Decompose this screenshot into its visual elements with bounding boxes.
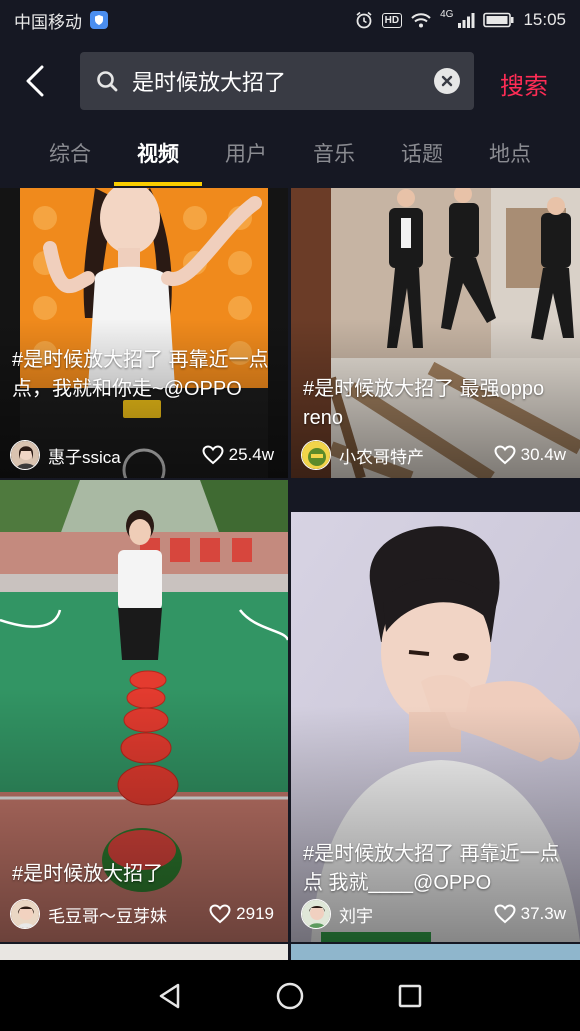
- video-meta: 惠子ssica 25.4w: [10, 439, 274, 471]
- result-tabs: 综合 视频 用户 音乐 话题 地点: [0, 122, 580, 188]
- video-caption: #是时候放大招了 再靠近一点点，我就和你走~@OPPO: [12, 349, 269, 400]
- heart-icon: [494, 904, 516, 924]
- video-card[interactable]: #是时候放大招了 毛豆哥～豆芽妹 2919: [0, 480, 288, 942]
- like-count-value: 2919: [236, 904, 274, 923]
- alarm-icon: [354, 10, 374, 30]
- author-name[interactable]: 惠子ssica: [48, 443, 202, 468]
- like-count: 25.4w: [202, 445, 274, 465]
- video-card[interactable]: [291, 944, 580, 960]
- tab-videos[interactable]: 视频: [114, 122, 202, 188]
- video-meta: 刘宇 37.3w: [301, 898, 566, 930]
- carrier-name: 中国移动: [14, 12, 82, 32]
- heart-icon: [202, 445, 224, 465]
- signal-icon: [457, 12, 475, 28]
- search-icon: [96, 70, 118, 92]
- search-submit-button[interactable]: 搜索: [500, 66, 548, 101]
- wifi-icon: [410, 11, 432, 29]
- triangle-back-icon: [159, 983, 180, 1008]
- nav-home-button[interactable]: [270, 976, 310, 1016]
- clear-search-button[interactable]: [434, 68, 460, 94]
- chevron-left-icon: [26, 65, 44, 97]
- like-count: 2919: [209, 904, 274, 924]
- avatar[interactable]: [10, 899, 40, 929]
- tab-places[interactable]: 地点: [466, 122, 554, 188]
- like-count-value: 30.4w: [520, 445, 566, 464]
- video-meta: 小农哥特产 30.4w: [301, 439, 566, 471]
- avatar[interactable]: [10, 440, 40, 470]
- video-card[interactable]: #是时候放大招了 再靠近一点点，我就和你走~@OPPO 惠子ssica 25.4…: [0, 188, 288, 478]
- tab-music[interactable]: 音乐: [290, 122, 378, 188]
- heart-icon: [494, 445, 516, 465]
- like-count-value: 37.3w: [520, 904, 566, 923]
- search-query-text[interactable]: 是时候放大招了: [132, 65, 434, 97]
- video-card[interactable]: #是时候放大招了 再靠近一点点 我就____@OPPO 刘宇 37.3w: [291, 512, 580, 942]
- like-count: 37.3w: [494, 904, 566, 924]
- tab-users[interactable]: 用户: [202, 122, 290, 188]
- hd-badge: HD: [381, 12, 403, 28]
- video-meta: 毛豆哥～豆芽妹 2919: [10, 898, 274, 930]
- video-caption: #是时候放大招了: [12, 863, 164, 885]
- shield-icon: [90, 11, 108, 29]
- tab-topics[interactable]: 话题: [378, 122, 466, 188]
- avatar[interactable]: [301, 440, 331, 470]
- close-icon: [441, 75, 453, 87]
- search-header: 是时候放大招了 搜索: [0, 40, 580, 122]
- video-grid: #是时候放大招了 再靠近一点点，我就和你走~@OPPO 惠子ssica 25.4…: [0, 188, 580, 960]
- nav-back-button[interactable]: [150, 976, 190, 1016]
- avatar[interactable]: [301, 899, 331, 929]
- search-input[interactable]: 是时候放大招了: [80, 52, 474, 110]
- like-count: 30.4w: [494, 445, 566, 465]
- clock-time: 15:05: [523, 10, 566, 29]
- video-card[interactable]: [0, 944, 288, 960]
- video-caption: #是时候放大招了 最强oppo reno: [303, 378, 545, 429]
- video-caption: #是时候放大招了 再靠近一点点 我就____@OPPO: [303, 843, 560, 894]
- battery-icon: [483, 12, 515, 28]
- back-button[interactable]: [24, 64, 54, 98]
- tab-comprehensive[interactable]: 综合: [26, 122, 114, 188]
- nav-recents-button[interactable]: [390, 976, 430, 1016]
- status-bar: 中国移动 HD 4G 15:05: [0, 0, 580, 40]
- author-name[interactable]: 小农哥特产: [339, 443, 494, 468]
- video-card[interactable]: #是时候放大招了 最强oppo reno 小农哥特产 30.4w: [291, 188, 580, 478]
- system-nav-bar: [0, 960, 580, 1031]
- like-count-value: 25.4w: [228, 445, 274, 464]
- network-type: 4G: [440, 8, 454, 20]
- circle-home-icon: [276, 982, 304, 1009]
- square-recents-icon: [398, 984, 422, 1007]
- author-name[interactable]: 毛豆哥～豆芽妹: [48, 902, 209, 927]
- author-name[interactable]: 刘宇: [339, 902, 494, 927]
- heart-icon: [209, 904, 231, 924]
